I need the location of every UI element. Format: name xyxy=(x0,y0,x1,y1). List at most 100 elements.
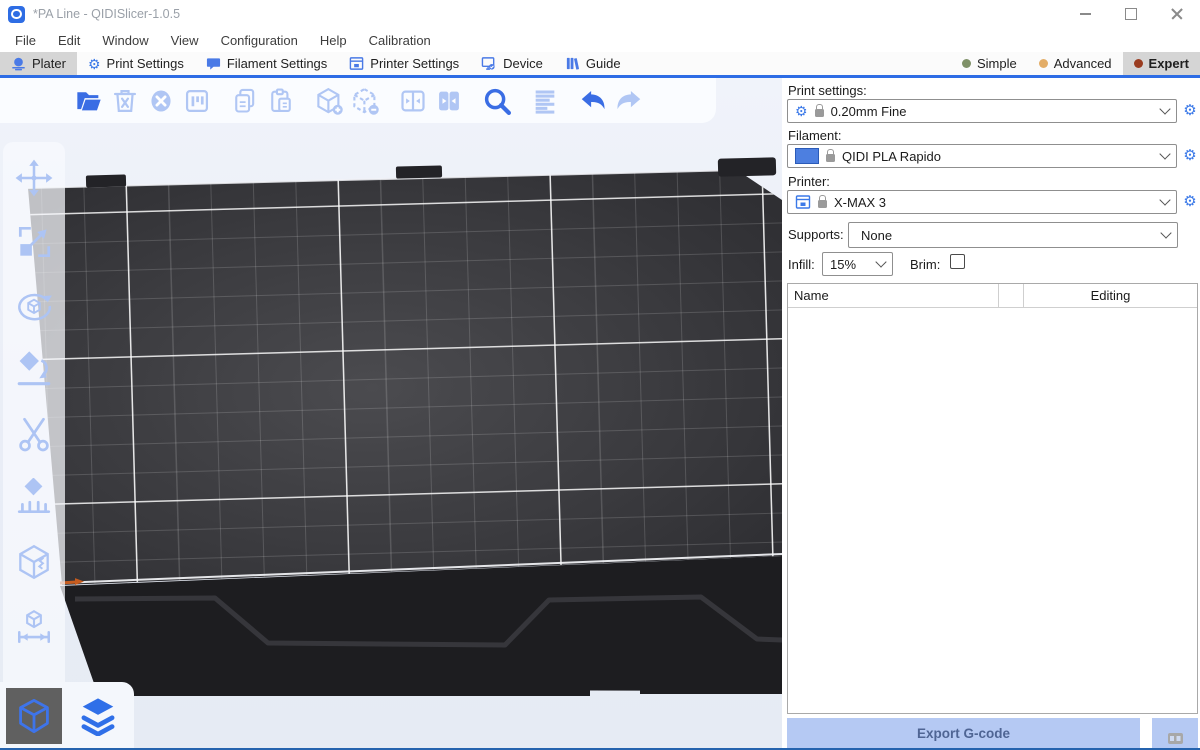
paste-icon[interactable] xyxy=(266,86,296,116)
tab-label: Plater xyxy=(32,56,66,71)
chevron-down-icon xyxy=(1160,227,1171,238)
mode-expert[interactable]: Expert xyxy=(1123,52,1200,75)
3d-editor-view-button[interactable] xyxy=(6,688,62,744)
delete-icon[interactable] xyxy=(110,86,140,116)
tab-printer-settings[interactable]: Printer Settings xyxy=(338,52,470,75)
3d-view-cube-icon xyxy=(15,697,53,735)
object-list-header: Name Editing xyxy=(788,284,1197,308)
tabbar: Plater ⚙ Print Settings Filament Setting… xyxy=(0,52,1200,78)
main-toolbar xyxy=(0,78,716,123)
mode-simple[interactable]: Simple xyxy=(951,52,1028,75)
variable-layer-height-icon[interactable] xyxy=(530,86,560,116)
mode-label: Expert xyxy=(1149,56,1189,71)
maximize-icon xyxy=(1125,8,1137,20)
measure-tool[interactable] xyxy=(12,604,56,648)
object-list[interactable]: Name Editing xyxy=(787,283,1198,714)
gear-icon: ⚙ xyxy=(795,104,808,118)
tab-label: Filament Settings xyxy=(227,56,327,71)
split-to-objects-icon[interactable] xyxy=(398,86,428,116)
mode-advanced[interactable]: Advanced xyxy=(1028,52,1123,75)
chevron-down-icon xyxy=(1159,194,1170,205)
menu-view[interactable]: View xyxy=(160,33,210,48)
mode-label: Simple xyxy=(977,56,1017,71)
tab-filament-settings[interactable]: Filament Settings xyxy=(195,52,338,75)
close-button[interactable] xyxy=(1154,0,1200,28)
rotate-tool[interactable] xyxy=(12,284,56,328)
app-logo-icon xyxy=(8,6,25,23)
filament-label: Filament: xyxy=(788,128,841,143)
view-switcher xyxy=(0,682,134,750)
supports-combo[interactable]: None xyxy=(848,222,1178,248)
simple-dot-icon xyxy=(962,59,971,68)
cut-tool[interactable] xyxy=(12,412,56,456)
delete-all-icon[interactable] xyxy=(146,86,176,116)
redo-icon[interactable] xyxy=(614,86,644,116)
add-instance-icon[interactable] xyxy=(314,86,344,116)
maximize-button[interactable] xyxy=(1108,0,1154,28)
printer-icon xyxy=(349,56,364,71)
lock-icon xyxy=(826,154,835,162)
menu-help[interactable]: Help xyxy=(309,33,358,48)
mode-label: Advanced xyxy=(1054,56,1112,71)
scale-tool[interactable] xyxy=(12,220,56,264)
gear-icon: ⚙ xyxy=(88,57,101,71)
chevron-down-icon xyxy=(875,256,886,267)
minimize-button[interactable] xyxy=(1062,0,1108,28)
menu-configuration[interactable]: Configuration xyxy=(210,33,309,48)
advanced-dot-icon xyxy=(1039,59,1048,68)
tab-label: Guide xyxy=(586,56,621,71)
brim-label: Brim: xyxy=(910,257,940,272)
expert-dot-icon xyxy=(1134,59,1143,68)
print-settings-label: Print settings: xyxy=(788,83,867,98)
export-to-sd-button[interactable] xyxy=(1152,718,1198,748)
split-to-parts-icon[interactable] xyxy=(434,86,464,116)
seam-painting-tool[interactable] xyxy=(12,540,56,584)
lock-icon xyxy=(818,200,827,208)
menu-file[interactable]: File xyxy=(4,33,47,48)
filament-color-swatch xyxy=(795,148,819,164)
infill-combo[interactable]: 15% xyxy=(822,252,893,276)
remove-instance-icon[interactable] xyxy=(350,86,380,116)
preview-layers-view-button[interactable] xyxy=(70,688,126,744)
3d-viewport[interactable] xyxy=(0,78,782,750)
export-gcode-button[interactable]: Export G-code xyxy=(787,718,1140,748)
undo-icon[interactable] xyxy=(578,86,608,116)
column-extruder xyxy=(999,284,1024,307)
print-settings-combo[interactable]: ⚙ 0.20mm Fine xyxy=(787,99,1177,123)
print-settings-gear-button[interactable]: ⚙ xyxy=(1180,101,1200,121)
menu-calibration[interactable]: Calibration xyxy=(358,33,442,48)
menu-window[interactable]: Window xyxy=(91,33,159,48)
tab-label: Print Settings xyxy=(107,56,184,71)
tab-guide[interactable]: Guide xyxy=(554,52,632,75)
open-icon[interactable] xyxy=(74,86,104,116)
place-on-face-tool[interactable] xyxy=(12,348,56,392)
menubar: File Edit Window View Configuration Help… xyxy=(0,28,1200,52)
move-tool[interactable] xyxy=(12,156,56,200)
supports-value: None xyxy=(861,228,892,243)
app-window: *PA Line - QIDISlicer-1.0.5 File Edit Wi… xyxy=(0,0,1200,750)
device-icon xyxy=(481,56,497,71)
printer-gear-button[interactable]: ⚙ xyxy=(1180,192,1200,212)
copy-icon[interactable] xyxy=(230,86,260,116)
arrange-icon[interactable] xyxy=(182,86,212,116)
filament-combo[interactable]: QIDI PLA Rapido xyxy=(787,144,1177,168)
tab-device[interactable]: Device xyxy=(470,52,554,75)
sd-card-icon xyxy=(1168,733,1183,744)
column-name: Name xyxy=(788,284,999,307)
brim-checkbox[interactable] xyxy=(950,254,965,269)
menu-edit[interactable]: Edit xyxy=(47,33,91,48)
paint-supports-tool[interactable] xyxy=(12,476,56,520)
printer-base xyxy=(0,78,782,750)
tab-plater[interactable]: Plater xyxy=(0,52,77,75)
printer-value: X-MAX 3 xyxy=(834,195,886,210)
window-title: *PA Line - QIDISlicer-1.0.5 xyxy=(33,7,180,21)
filament-icon xyxy=(206,56,221,71)
gizmo-toolbar xyxy=(3,142,65,694)
filament-gear-button[interactable]: ⚙ xyxy=(1180,146,1200,166)
chevron-down-icon xyxy=(1159,103,1170,114)
printer-combo[interactable]: X-MAX 3 xyxy=(787,190,1177,214)
search-icon[interactable] xyxy=(482,86,512,116)
infill-value: 15% xyxy=(830,257,856,272)
close-icon xyxy=(1171,8,1183,20)
tab-print-settings[interactable]: ⚙ Print Settings xyxy=(77,52,195,75)
